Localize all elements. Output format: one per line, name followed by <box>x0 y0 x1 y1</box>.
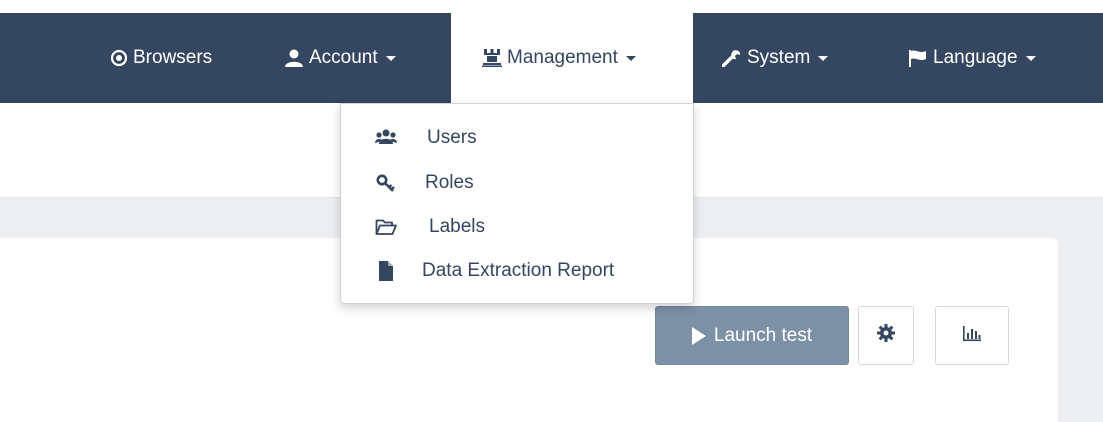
menu-item-labels-label: Labels <box>429 216 485 237</box>
chevron-down-icon <box>818 55 829 61</box>
nav-language[interactable]: Language <box>908 13 1036 103</box>
dot-circle-icon <box>110 49 128 67</box>
menu-item-roles[interactable]: Roles <box>341 163 693 203</box>
menu-item-users-label: Users <box>427 127 477 148</box>
rook-icon <box>482 49 502 67</box>
file-icon <box>375 261 397 281</box>
nav-management-label: Management <box>507 47 618 68</box>
nav-language-label: Language <box>933 47 1018 68</box>
top-strip <box>0 0 1103 13</box>
menu-item-roles-label: Roles <box>425 172 474 193</box>
flag-icon <box>908 49 928 67</box>
chevron-down-icon <box>1025 55 1036 61</box>
nav-account[interactable]: Account <box>284 13 396 103</box>
user-icon <box>284 49 304 67</box>
menu-item-data-extraction-report[interactable]: Data Extraction Report <box>341 251 693 291</box>
wrench-icon <box>722 49 742 67</box>
nav-system[interactable]: System <box>722 13 829 103</box>
menu-item-data-extraction-report-label: Data Extraction Report <box>422 260 615 281</box>
bar-chart-icon <box>962 324 982 348</box>
menu-item-users[interactable]: Users <box>341 118 693 158</box>
statistics-button[interactable] <box>935 306 1009 365</box>
key-icon <box>375 173 397 193</box>
launch-test-button[interactable]: Launch test <box>655 306 849 365</box>
users-icon <box>375 128 397 148</box>
play-icon <box>691 326 706 345</box>
chevron-down-icon <box>625 55 636 61</box>
management-dropdown-menu: Users Roles Labels Data Extraction Repor… <box>340 103 694 304</box>
launch-test-label: Launch test <box>713 324 813 346</box>
nav-browsers-label: Browsers <box>133 47 213 68</box>
chevron-down-icon <box>385 55 396 61</box>
nav-management[interactable]: Management <box>451 13 693 103</box>
nav-system-label: System <box>747 47 811 68</box>
nav-account-label: Account <box>309 47 378 68</box>
settings-button[interactable] <box>858 306 914 365</box>
menu-item-labels[interactable]: Labels <box>341 207 693 247</box>
folder-open-icon <box>375 217 397 237</box>
nav-browsers[interactable]: Browsers <box>110 13 212 103</box>
gear-icon <box>877 323 895 348</box>
